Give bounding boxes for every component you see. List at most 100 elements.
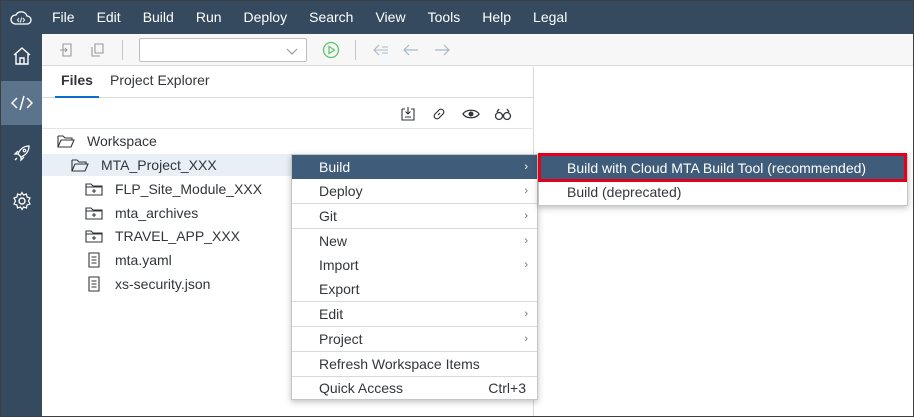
show-hidden-button[interactable] (460, 103, 482, 125)
menu-bar: File Edit Build Run Deploy Search View T… (1, 1, 913, 34)
settings-button[interactable] (1, 179, 42, 223)
menu-item-deploy[interactable]: Deploy › (292, 179, 537, 203)
tree-item-label: Workspace (87, 133, 157, 149)
menu-item-quick-access[interactable]: Quick Access Ctrl+3 (292, 376, 537, 400)
tree-item-mta-yaml[interactable]: mta.yaml (85, 249, 172, 271)
file-icon (85, 276, 103, 292)
menu-item-shortcut: Ctrl+3 (488, 380, 526, 396)
menu-item-export[interactable]: Export (292, 277, 537, 301)
menu-item-project[interactable]: Project › (292, 327, 537, 351)
run-configuration-select[interactable] (139, 38, 307, 62)
module-folder-icon (85, 181, 103, 197)
menu-tools[interactable]: Tools (417, 1, 472, 34)
tree-item-label: FLP_Site_Module_XXX (115, 181, 263, 197)
deploy-button[interactable] (1, 131, 42, 175)
menu-item-build-deprecated[interactable]: Build (deprecated) (539, 180, 907, 205)
tree-item-label: mta_archives (115, 205, 199, 221)
toolbar-separator (355, 40, 356, 60)
chevron-right-icon: › (524, 308, 528, 320)
menu-edit[interactable]: Edit (86, 1, 132, 34)
menu-item-build[interactable]: Build › (292, 155, 537, 179)
build-submenu: Build with Cloud MTA Build Tool (recomme… (538, 154, 908, 206)
previous-button[interactable] (400, 34, 422, 66)
menu-view[interactable]: View (364, 1, 416, 34)
tree-item-workspace[interactable]: Workspace (57, 130, 157, 152)
menu-item-label: New (319, 233, 348, 249)
tree-item-label: MTA_Project_XXX (101, 157, 217, 173)
forward-button[interactable] (431, 34, 453, 66)
collapse-all-icon (401, 107, 415, 121)
editor-area (535, 67, 913, 416)
code-cloud-icon[interactable] (1, 1, 41, 34)
collapse-all-button[interactable] (397, 103, 419, 125)
menu-item-build-cloud-mta[interactable]: Build with Cloud MTA Build Tool (recomme… (539, 156, 907, 181)
tree-item-label: xs-security.json (115, 276, 211, 292)
menu-help[interactable]: Help (471, 1, 522, 34)
forward-icon (435, 44, 450, 56)
link-icon (433, 108, 445, 120)
menu-item-refresh-workspace[interactable]: Refresh Workspace Items (292, 352, 537, 376)
chevron-right-icon: › (524, 161, 528, 173)
context-menu: Build › Deploy › Git › New › Import › Ex… (291, 154, 538, 400)
previous-icon (403, 44, 418, 56)
menu-item-edit[interactable]: Edit › (292, 302, 537, 326)
search-button[interactable] (492, 103, 514, 125)
side-rail (1, 34, 42, 416)
run-icon (322, 41, 340, 59)
show-hidden-icon (462, 109, 480, 119)
menu-item-label: Refresh Workspace Items (319, 356, 480, 372)
module-folder-icon (85, 205, 103, 221)
menu-build[interactable]: Build (132, 1, 185, 34)
back-icon (373, 44, 388, 56)
toolbar (42, 34, 913, 66)
module-folder-icon (85, 228, 103, 244)
home-icon (13, 47, 30, 65)
menu-item-label: Edit (319, 306, 344, 322)
rocket-icon (12, 145, 30, 162)
menu-item-label: Import (319, 257, 359, 273)
back-button[interactable] (370, 34, 392, 66)
new-file-button[interactable] (56, 34, 78, 66)
tree-item-xs-security[interactable]: xs-security.json (85, 273, 210, 295)
chevron-down-icon (286, 48, 298, 55)
menu-search[interactable]: Search (298, 1, 364, 34)
tree-item-mta-archives[interactable]: mta_archives (85, 202, 198, 224)
tree-item-flp-site-module[interactable]: FLP_Site_Module_XXX (85, 178, 262, 200)
menu-item-git[interactable]: Git › (292, 204, 537, 228)
panel-toolbar (42, 98, 534, 129)
home-button[interactable] (1, 34, 42, 78)
toolbar-separator (122, 40, 123, 60)
menu-file[interactable]: File (41, 1, 86, 34)
menu-item-label: Build (319, 159, 351, 175)
tab-project-explorer[interactable]: Project Explorer (110, 67, 210, 98)
development-button[interactable] (1, 81, 42, 125)
tree-item-mta-project[interactable]: MTA_Project_XXX (71, 154, 217, 176)
folder-open-icon (71, 157, 89, 173)
menu-item-import[interactable]: Import › (292, 253, 537, 277)
chevron-right-icon: › (524, 333, 528, 345)
link-button[interactable] (428, 103, 450, 125)
app-window: File Edit Build Run Deploy Search View T… (0, 0, 914, 417)
tree-item-travel-app[interactable]: TRAVEL_APP_XXX (85, 225, 240, 247)
search-binoculars-icon (494, 108, 512, 121)
new-file-icon (60, 43, 72, 57)
menu-item-label: Project (319, 331, 363, 347)
chevron-right-icon: › (524, 185, 528, 197)
menu-item-label: Git (319, 208, 337, 224)
panel-tabs: Files Project Explorer (42, 67, 534, 98)
chevron-right-icon: › (524, 235, 528, 247)
settings-icon (12, 191, 31, 211)
menu-deploy[interactable]: Deploy (233, 1, 299, 34)
chevron-right-icon: › (524, 259, 528, 271)
menu-item-label: Quick Access (319, 380, 404, 396)
run-button[interactable] (320, 34, 342, 66)
folder-open-icon (57, 133, 75, 149)
file-icon (85, 252, 103, 268)
copy-button[interactable] (86, 34, 108, 66)
tree-item-label: mta.yaml (115, 252, 172, 268)
menu-run[interactable]: Run (185, 1, 233, 34)
menu-legal[interactable]: Legal (522, 1, 578, 34)
tree-item-label: TRAVEL_APP_XXX (115, 228, 241, 244)
menu-item-new[interactable]: New › (292, 229, 537, 253)
tab-files[interactable]: Files (55, 67, 99, 98)
